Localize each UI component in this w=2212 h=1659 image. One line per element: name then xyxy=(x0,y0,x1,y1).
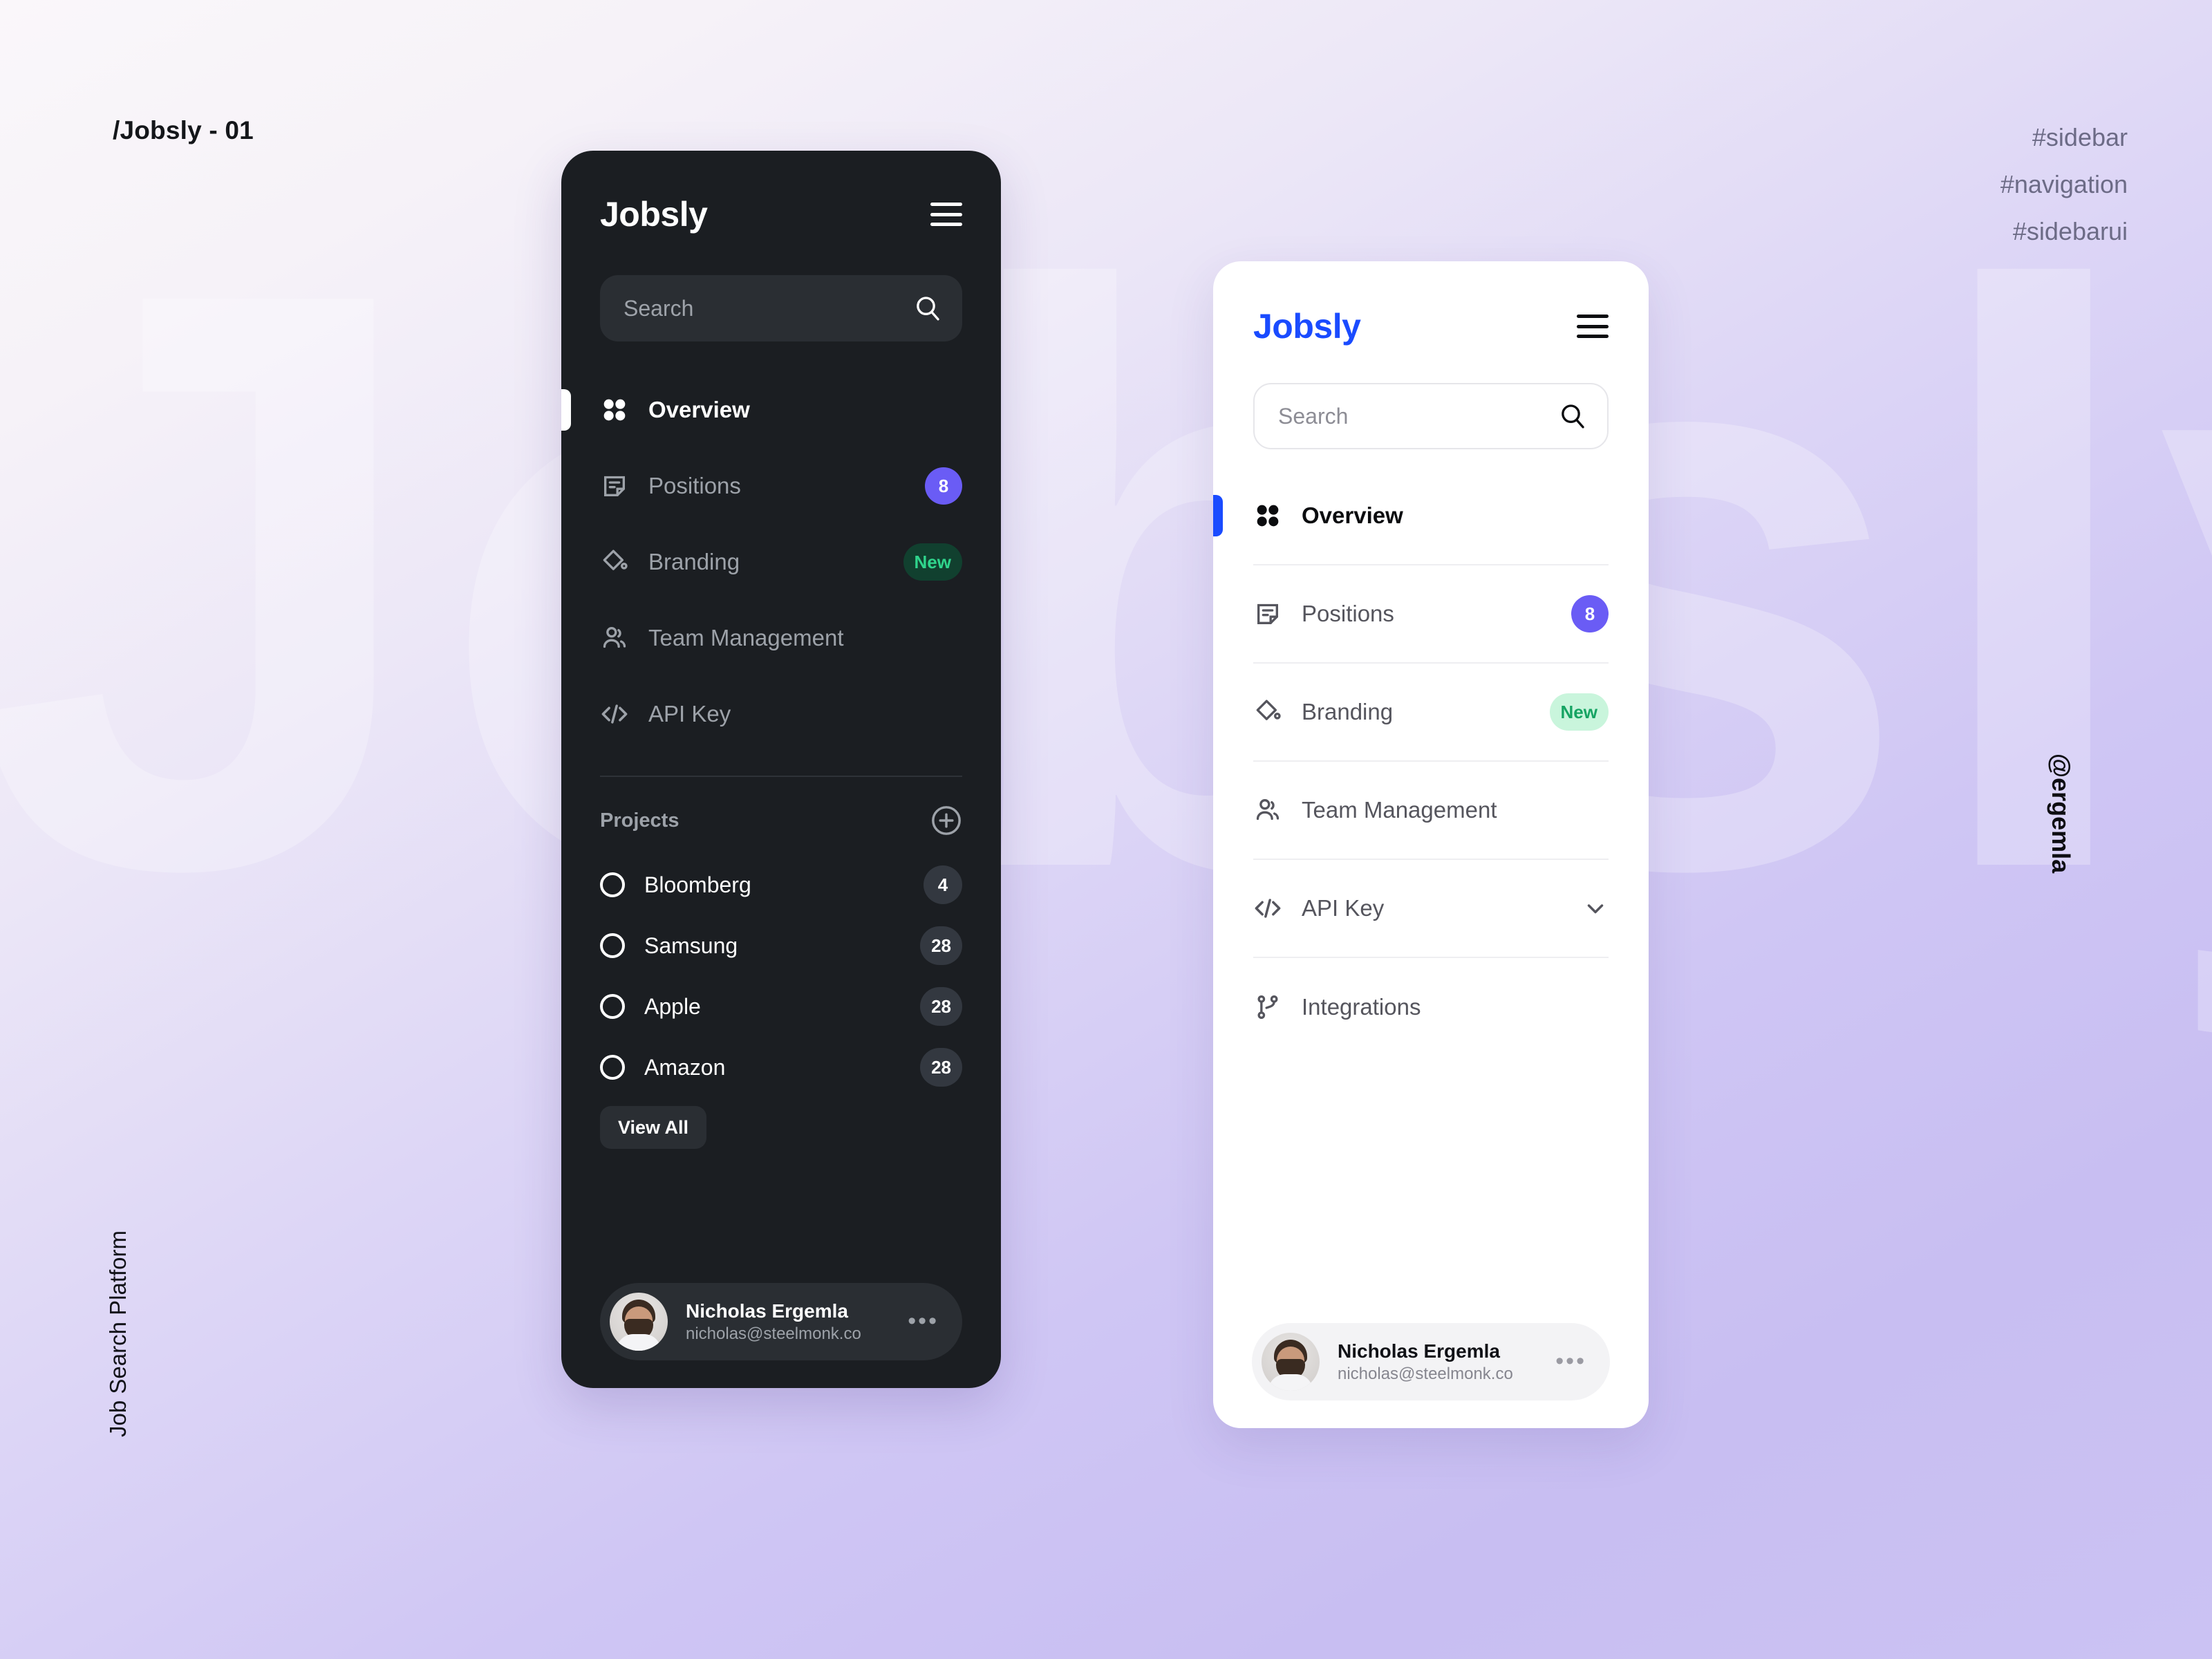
users-icon xyxy=(1253,796,1282,825)
circle-icon xyxy=(600,933,625,958)
vertical-caption-left: Job Search Platform xyxy=(105,1230,131,1437)
project-label: Bloomberg xyxy=(644,872,751,897)
list-item[interactable]: Bloomberg 4 xyxy=(600,854,962,915)
sidebar-item-team-management[interactable]: Team Management xyxy=(600,600,962,676)
user-email: nicholas@steelmonk.co xyxy=(1338,1364,1513,1383)
code-icon xyxy=(600,700,629,729)
light-sidebar-panel: Jobsly Search Overview Positions 8 Brand… xyxy=(1213,261,1649,1428)
light-sidebar-header: Jobsly xyxy=(1253,301,1609,351)
hashtag-sidebar: #sidebar xyxy=(2032,123,2128,151)
hamburger-icon[interactable] xyxy=(930,203,962,226)
sidebar-item-branding[interactable]: Branding New xyxy=(1253,664,1609,762)
search-icon[interactable] xyxy=(1559,402,1586,430)
avatar xyxy=(610,1293,668,1351)
user-profile-card[interactable]: Nicholas Ergemla nicholas@steelmonk.co •… xyxy=(1252,1323,1610,1400)
sidebar-item-label: Team Management xyxy=(648,625,844,650)
plus-circle-icon[interactable] xyxy=(930,805,962,836)
project-label: Amazon xyxy=(644,1054,726,1080)
status-badge: New xyxy=(1549,693,1609,731)
circle-icon xyxy=(600,1055,625,1080)
branch-icon xyxy=(1253,993,1282,1022)
sidebar-item-overview[interactable]: Overview xyxy=(1213,467,1609,565)
users-icon xyxy=(600,624,629,653)
sidebar-item-integrations[interactable]: Integrations xyxy=(1253,958,1609,1056)
status-badge: New xyxy=(903,543,962,581)
divider xyxy=(600,776,962,777)
brand-logo[interactable]: Jobsly xyxy=(1253,306,1361,346)
grid-icon xyxy=(600,395,629,424)
ellipsis-icon[interactable]: ••• xyxy=(1555,1350,1586,1373)
avatar xyxy=(1262,1333,1320,1391)
view-all-button[interactable]: View All xyxy=(600,1106,707,1149)
sidebar-item-label: Positions xyxy=(1302,601,1394,626)
user-name: Nicholas Ergemla xyxy=(686,1300,848,1322)
ellipsis-icon[interactable]: ••• xyxy=(908,1310,939,1333)
vertical-handle-right: @ergemla xyxy=(2047,753,2075,874)
sidebar-item-overview[interactable]: Overview xyxy=(561,372,962,448)
search-input[interactable]: Search xyxy=(600,275,962,341)
projects-title: Projects xyxy=(600,809,679,832)
list-item[interactable]: Amazon 28 xyxy=(600,1037,962,1098)
project-label: Samsung xyxy=(644,932,738,958)
sidebar-item-team-management[interactable]: Team Management xyxy=(1253,762,1609,860)
paint-icon xyxy=(1253,697,1282,727)
search-icon[interactable] xyxy=(914,294,941,322)
project-count-badge: 28 xyxy=(920,1048,962,1087)
status-badge: 8 xyxy=(1571,595,1609,632)
project-label: Apple xyxy=(644,993,701,1019)
sidebar-item-label: API Key xyxy=(1302,895,1385,921)
sidebar-item-api-key[interactable]: API Key xyxy=(600,676,962,752)
note-icon xyxy=(600,471,629,500)
list-item[interactable]: Apple 28 xyxy=(600,976,962,1037)
search-placeholder: Search xyxy=(1278,403,1349,429)
code-icon xyxy=(1253,894,1282,923)
sidebar-item-label: Positions xyxy=(648,473,741,498)
user-name: Nicholas Ergemla xyxy=(1338,1340,1500,1362)
brand-logo[interactable]: Jobsly xyxy=(600,194,708,234)
sidebar-item-positions[interactable]: Positions 8 xyxy=(600,448,962,524)
sidebar-item-api-key[interactable]: API Key xyxy=(1253,860,1609,958)
hamburger-icon[interactable] xyxy=(1577,315,1609,338)
page-title: /Jobsly - 01 xyxy=(113,116,254,144)
chevron-down-icon[interactable] xyxy=(1582,895,1609,921)
search-placeholder: Search xyxy=(624,295,694,321)
active-indicator xyxy=(1213,495,1223,536)
search-input[interactable]: Search xyxy=(1253,383,1609,449)
light-sidebar-nav: Overview Positions 8 Branding New Team M… xyxy=(1213,467,1609,1056)
sidebar-item-branding[interactable]: Branding New xyxy=(600,524,962,600)
sidebar-item-label: API Key xyxy=(648,701,731,727)
sidebar-item-label: Overview xyxy=(1302,503,1403,528)
project-count-badge: 4 xyxy=(924,865,962,904)
hashtag-navigation: #navigation xyxy=(2000,170,2128,198)
list-item[interactable]: Samsung 28 xyxy=(600,915,962,976)
note-icon xyxy=(1253,599,1282,628)
paint-icon xyxy=(600,547,629,577)
sidebar-item-label: Branding xyxy=(648,549,740,574)
hashtag-list: #sidebar #navigation #sidebarui xyxy=(2000,114,2128,255)
projects-header: Projects xyxy=(600,796,962,845)
circle-icon xyxy=(600,872,625,897)
sidebar-item-label: Overview xyxy=(648,397,750,422)
dark-sidebar-header: Jobsly xyxy=(600,189,962,239)
user-profile-card[interactable]: Nicholas Ergemla nicholas@steelmonk.co •… xyxy=(600,1283,962,1360)
circle-icon xyxy=(600,994,625,1019)
dark-sidebar-nav: Overview Positions 8 Branding New Team M… xyxy=(561,372,962,752)
user-email: nicholas@steelmonk.co xyxy=(686,1324,861,1343)
projects-list: Bloomberg 4 Samsung 28 Apple 28 Amazon 2… xyxy=(600,854,962,1098)
background-watermark: Jobsly xyxy=(0,121,2212,1040)
project-count-badge: 28 xyxy=(920,987,962,1026)
sidebar-item-label: Integrations xyxy=(1302,994,1421,1020)
sidebar-item-label: Team Management xyxy=(1302,797,1497,823)
active-indicator xyxy=(561,389,571,431)
hashtag-sidebarui: #sidebarui xyxy=(2012,217,2128,245)
sidebar-item-label: Branding xyxy=(1302,699,1394,724)
status-badge: 8 xyxy=(925,467,962,505)
dark-sidebar-panel: Jobsly Search Overview Positions 8 Brand… xyxy=(561,151,1001,1388)
project-count-badge: 28 xyxy=(920,926,962,965)
sidebar-item-positions[interactable]: Positions 8 xyxy=(1253,565,1609,664)
grid-icon xyxy=(1253,501,1282,530)
